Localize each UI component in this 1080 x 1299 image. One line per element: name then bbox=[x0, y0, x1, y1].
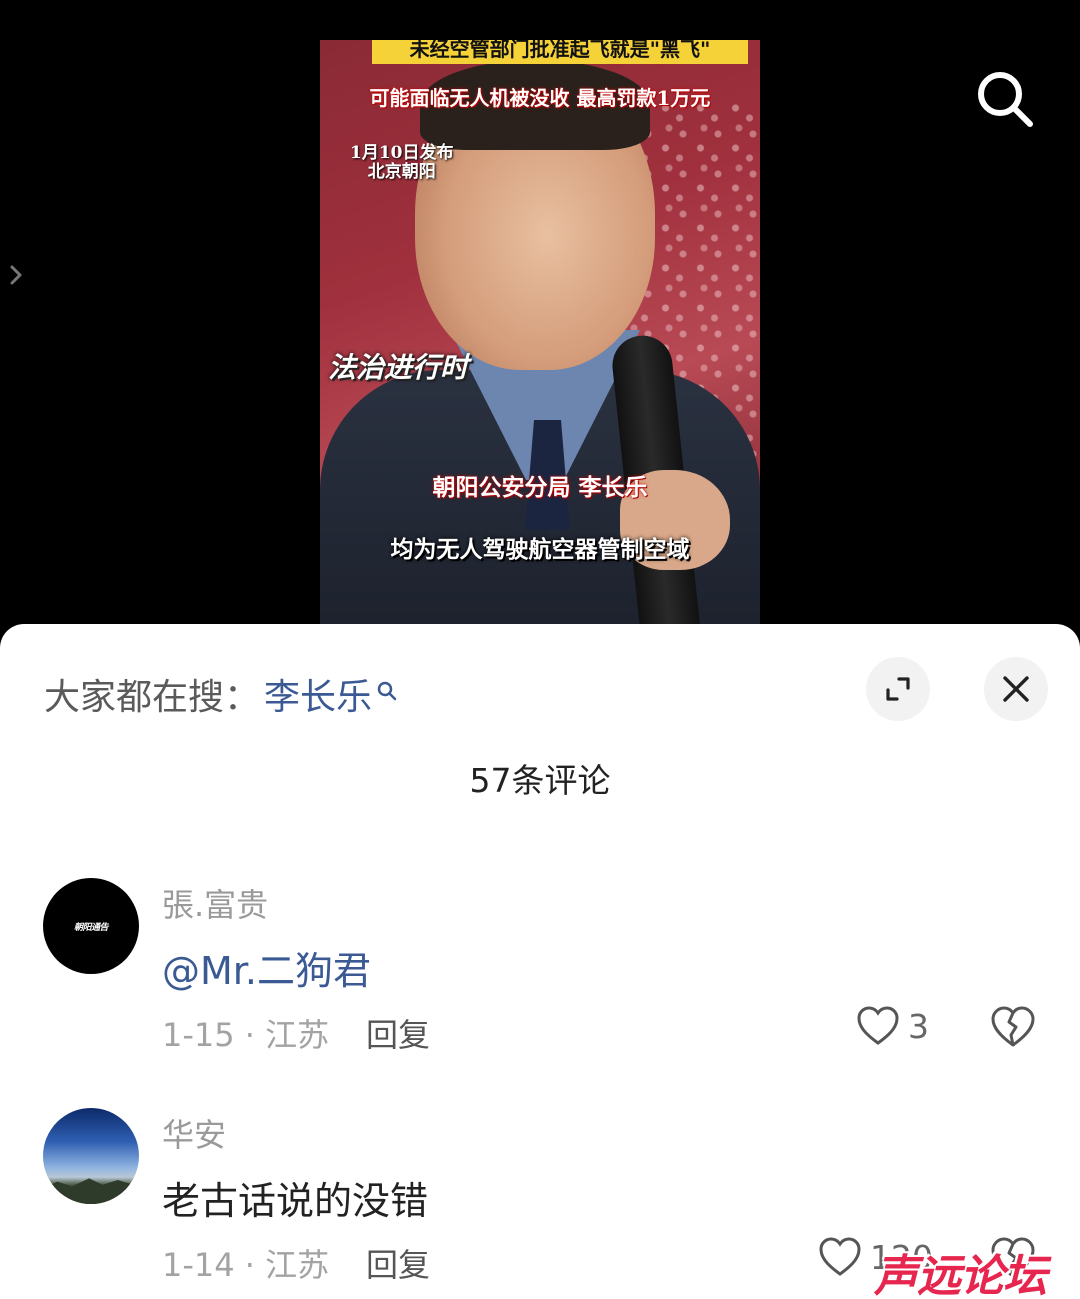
chevron-right-icon[interactable] bbox=[4, 260, 28, 290]
like-count: 3 bbox=[908, 1006, 929, 1046]
video-banner: 未经空管部门批准起飞就是"黑飞" bbox=[372, 40, 748, 64]
trending-search[interactable]: 大家都在搜： 李长乐 bbox=[44, 668, 398, 720]
reply-button[interactable]: 回复 bbox=[366, 1240, 430, 1286]
avatar-logo-text: 朝阳通告 bbox=[73, 922, 109, 933]
comment-username[interactable]: 張.富贵 bbox=[162, 880, 268, 926]
search-icon bbox=[376, 670, 398, 701]
video-date: 1月10日发布 bbox=[350, 143, 454, 163]
expand-button[interactable] bbox=[866, 657, 930, 721]
comment-text[interactable]: @Mr.二狗君 bbox=[162, 940, 371, 995]
comment-meta: 1-15 · 江苏 bbox=[162, 1016, 330, 1054]
like-button[interactable]: 3 bbox=[856, 1005, 929, 1047]
video-location: 北京朝阳 bbox=[367, 162, 436, 182]
heart-icon bbox=[857, 1006, 899, 1045]
video-caption: 均为无人驾驶航空器管制空域 bbox=[390, 536, 690, 563]
trending-search-label: 大家都在搜： bbox=[44, 677, 261, 718]
video-speaker-name: 朝阳公安分局 李长乐 bbox=[432, 474, 648, 501]
forum-watermark: 声远论坛 bbox=[874, 1251, 1047, 1299]
search-icon[interactable] bbox=[972, 66, 1038, 132]
comment-username[interactable]: 华安 bbox=[162, 1110, 226, 1156]
comment-meta: 1-14 · 江苏 bbox=[162, 1246, 330, 1284]
close-icon bbox=[1003, 676, 1029, 702]
avatar[interactable] bbox=[43, 1108, 139, 1204]
video-frame[interactable]: 未经空管部门批准起飞就是"黑飞" 可能面临无人机被没收 最高罚款1万元 1月10… bbox=[320, 40, 760, 640]
comment-count-title: 57条评论 bbox=[469, 761, 611, 800]
video-date-location: 1月10日发布 北京朝阳 bbox=[350, 144, 454, 182]
trending-search-keyword[interactable]: 李长乐 bbox=[264, 668, 372, 720]
reply-button[interactable]: 回复 bbox=[366, 1010, 430, 1056]
close-button[interactable] bbox=[984, 657, 1048, 721]
video-subtitle-top: 可能面临无人机被没收 最高罚款1万元 bbox=[369, 86, 711, 110]
heart-icon bbox=[819, 1237, 861, 1276]
video-player[interactable]: 未经空管部门批准起飞就是"黑飞" 可能面临无人机被没收 最高罚款1万元 1月10… bbox=[0, 0, 1080, 640]
broken-heart-icon[interactable] bbox=[990, 1005, 1036, 1051]
avatar[interactable]: 朝阳通告 bbox=[43, 878, 139, 974]
avatar-landscape bbox=[43, 1178, 139, 1204]
expand-icon bbox=[886, 677, 910, 701]
video-brand-logo: 法治进行时 bbox=[328, 351, 469, 384]
comment-text[interactable]: 老古话说的没错 bbox=[162, 1170, 428, 1225]
